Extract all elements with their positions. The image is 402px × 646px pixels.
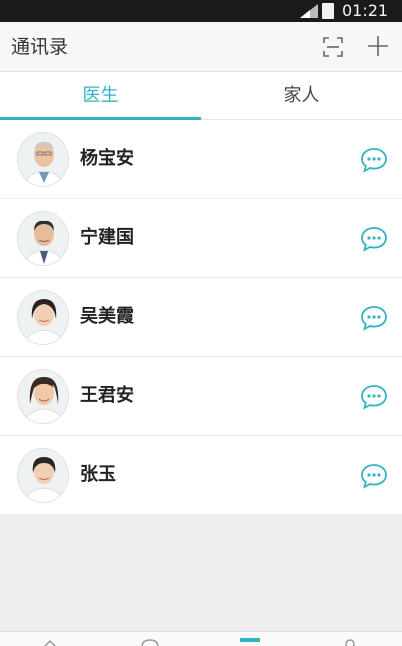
profile-icon[interactable] [340,636,360,646]
battery-icon [322,3,334,19]
avatar [17,132,69,187]
tab-bar: 医生 家人 [0,72,402,120]
home-icon[interactable] [40,636,60,646]
avatar [17,290,69,345]
contact-name: 宁建国 [80,227,134,248]
contact-name: 杨宝安 [80,148,134,169]
chat-bubble-icon[interactable] [360,384,388,410]
signal-icon [300,4,318,18]
contact-row[interactable]: 王君安 [0,357,402,436]
chat-bubble-icon[interactable] [360,147,388,173]
contact-row[interactable]: 吴美霞 [0,278,402,357]
contact-name: 王君安 [80,385,134,406]
tab-doctors[interactable]: 医生 [0,72,201,120]
contact-name: 张玉 [80,464,116,485]
avatar [17,211,69,266]
tab-family[interactable]: 家人 [201,72,402,120]
add-icon[interactable] [367,35,389,57]
app-header: 通讯录 [0,22,402,72]
status-bar: 01:21 [0,0,402,22]
contacts-icon[interactable] [240,636,260,646]
status-time: 01:21 [342,1,389,20]
chat-bubble-icon[interactable] [360,305,388,331]
scan-icon[interactable] [322,36,344,58]
avatar [17,448,69,503]
contact-row[interactable]: 杨宝安 [0,120,402,199]
chat-bubble-icon[interactable] [360,463,388,489]
contact-list: 杨宝安 宁建国 吴美霞 王君安 张玉 [0,120,402,515]
chat-bubble-icon[interactable] [360,226,388,252]
contact-row[interactable]: 张玉 [0,436,402,515]
bottom-nav [0,631,402,646]
contact-name: 吴美霞 [80,306,134,327]
contact-row[interactable]: 宁建国 [0,199,402,278]
avatar [17,369,69,424]
message-icon[interactable] [140,636,160,646]
page-title: 通讯录 [11,36,69,58]
